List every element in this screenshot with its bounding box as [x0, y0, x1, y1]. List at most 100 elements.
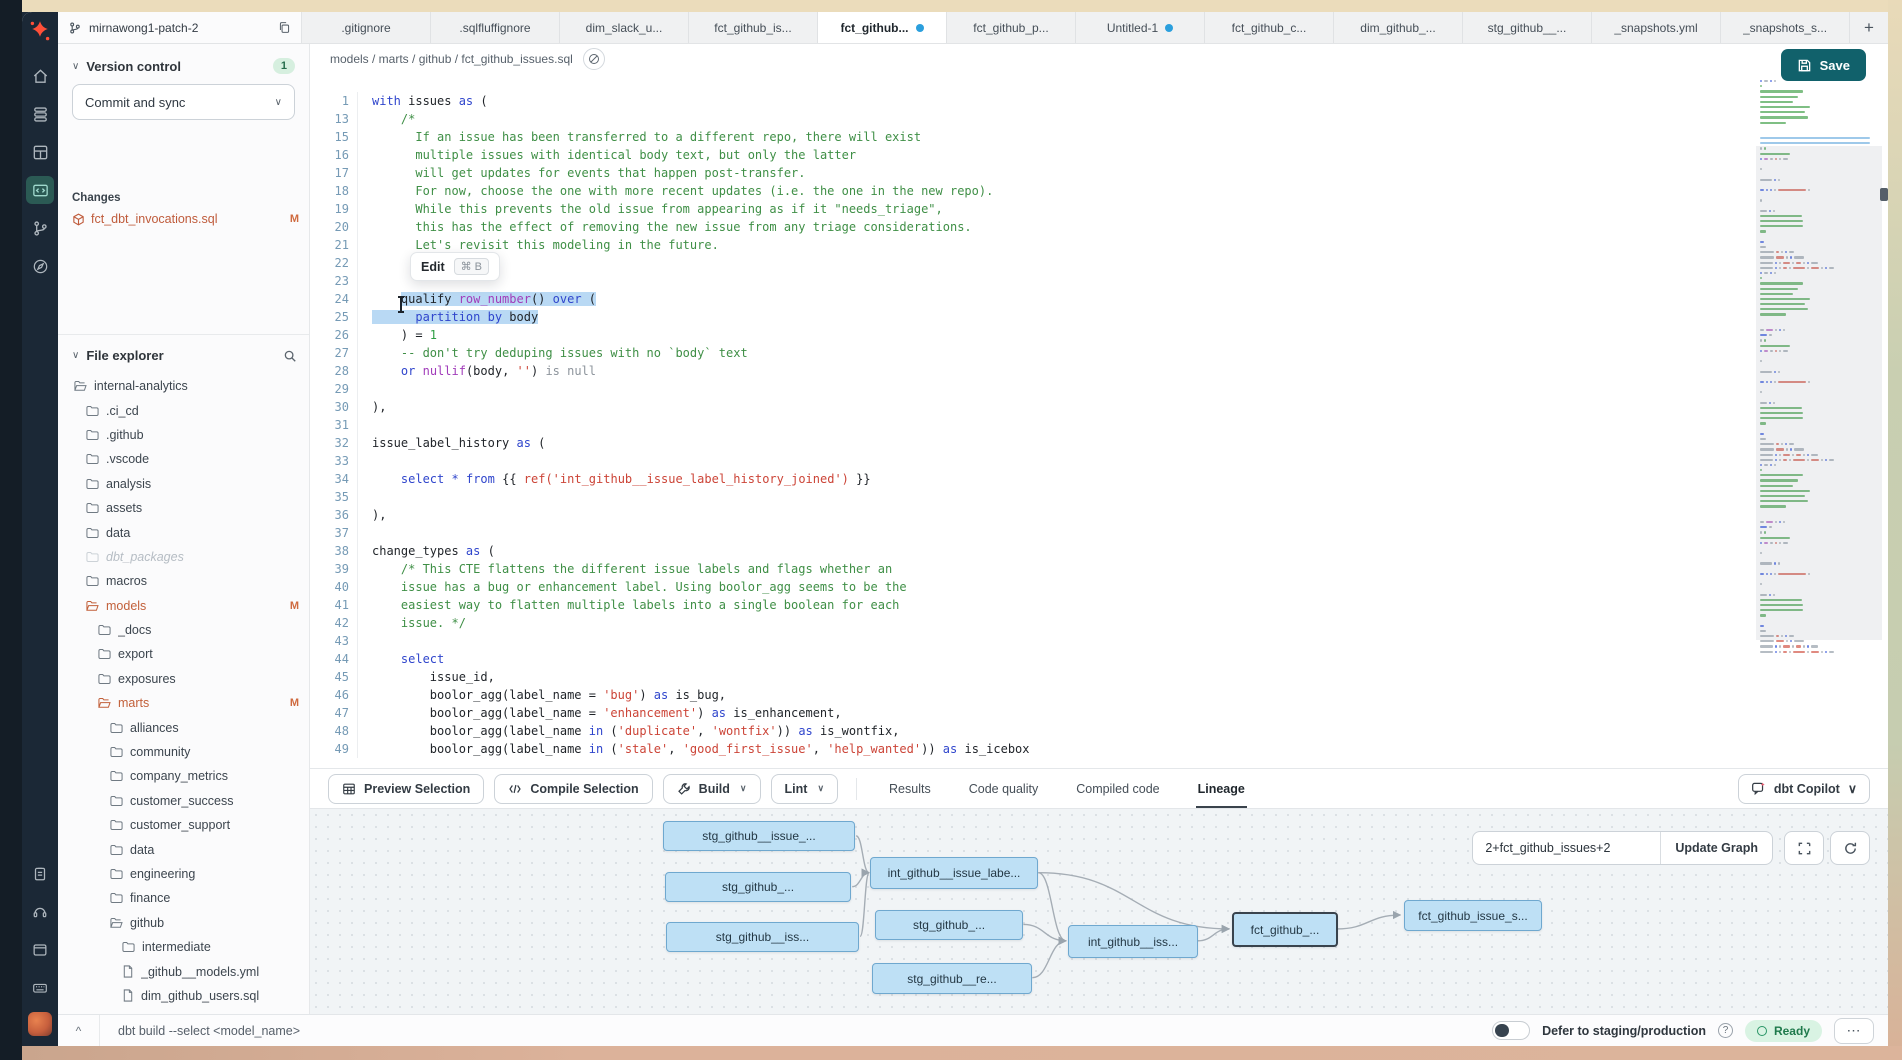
help-icon[interactable]: ? — [1718, 1023, 1733, 1038]
file-tab[interactable]: _snapshots_s... — [1721, 12, 1850, 43]
lineage-node-fct_github_[interactable]: fct_github_... — [1232, 912, 1338, 947]
tree-item-customer_success[interactable]: customer_success — [58, 789, 309, 813]
tree-item-data[interactable]: data — [58, 837, 309, 861]
commit-and-sync-dropdown[interactable]: Commit and sync ∨ — [72, 84, 295, 120]
code-line[interactable]: 21 Let's revisit this modeling in the fu… — [310, 236, 1748, 254]
code-line[interactable]: 35 — [310, 488, 1748, 506]
dbt-copilot-button[interactable]: dbt Copilot ∨ — [1738, 774, 1870, 804]
code-line[interactable]: 43 — [310, 632, 1748, 650]
save-button[interactable]: Save — [1781, 49, 1866, 81]
keyboard-shortcuts-icon[interactable] — [26, 974, 54, 1002]
code-line[interactable]: 1with issues as ( — [310, 92, 1748, 110]
tab-results[interactable]: Results — [875, 769, 945, 808]
file-tab[interactable]: Untitled-1 — [1076, 12, 1205, 43]
file-tab[interactable]: fct_github_is... — [689, 12, 818, 43]
minimap[interactable] — [1760, 80, 1878, 680]
code-line[interactable]: 31 — [310, 416, 1748, 434]
code-line[interactable]: 18 For now, choose the one with more rec… — [310, 182, 1748, 200]
status-badge[interactable]: Ready — [1745, 1020, 1822, 1042]
tree-item-finance[interactable]: finance — [58, 886, 309, 910]
code-line[interactable]: 20 this has the effect of removing the n… — [310, 218, 1748, 236]
file-tab[interactable]: .sqlfluffignore — [431, 12, 560, 43]
code-line[interactable]: 36), — [310, 506, 1748, 524]
file-tab[interactable]: .gitignore — [302, 12, 431, 43]
build-button[interactable]: Build ∨ — [663, 774, 761, 804]
lineage-panel[interactable]: stg_github__issue_...stg_github_...stg_g… — [310, 808, 1888, 1014]
code-line[interactable]: 23 — [310, 272, 1748, 290]
tree-item-marts[interactable]: martsM — [58, 691, 309, 715]
tree-item-.github[interactable]: .github — [58, 423, 309, 447]
code-line[interactable]: 46 boolor_agg(label_name = 'bug') as is_… — [310, 686, 1748, 704]
tree-item-intermediate[interactable]: intermediate — [58, 935, 309, 959]
tree-item-analysis[interactable]: analysis — [58, 472, 309, 496]
search-icon[interactable] — [283, 349, 297, 363]
code-line[interactable]: 40 issue has a bug or enhancement label.… — [310, 578, 1748, 596]
update-graph-button[interactable]: Update Graph — [1661, 832, 1772, 864]
code-line[interactable]: 47 boolor_agg(label_name = 'enhancement'… — [310, 704, 1748, 722]
branch-selector[interactable]: mirnawong1-patch-2 — [58, 12, 302, 43]
file-tab[interactable]: stg_github__... — [1463, 12, 1592, 43]
code-line[interactable]: 33 — [310, 452, 1748, 470]
file-tab[interactable]: dim_slack_u... — [560, 12, 689, 43]
tree-item-.ci_cd[interactable]: .ci_cd — [58, 398, 309, 422]
tree-item-alliances[interactable]: alliances — [58, 715, 309, 739]
code-line[interactable]: 49 boolor_agg(label_name in ('stale', 'g… — [310, 740, 1748, 758]
defer-toggle[interactable] — [1492, 1021, 1530, 1040]
code-line[interactable]: 16 multiple issues with identical body t… — [310, 146, 1748, 164]
lineage-node-int_github__issue_labe[interactable]: int_github__issue_labe... — [870, 857, 1038, 889]
lineage-node-int_github__iss[interactable]: int_github__iss... — [1068, 925, 1198, 958]
code-line[interactable]: 19 While this prevents the old issue fro… — [310, 200, 1748, 218]
compile-selection-button[interactable]: Compile Selection — [494, 774, 652, 804]
tree-item-export[interactable]: export — [58, 642, 309, 666]
code-line[interactable]: 15 If an issue has been transferred to a… — [310, 128, 1748, 146]
code-line[interactable]: 45 issue_id, — [310, 668, 1748, 686]
user-avatar[interactable] — [28, 1012, 52, 1036]
tree-item-company_metrics[interactable]: company_metrics — [58, 764, 309, 788]
edit-popup[interactable]: Edit ⌘ B — [410, 252, 500, 281]
code-line[interactable]: 37 — [310, 524, 1748, 542]
code-line[interactable]: 25 partition by body — [310, 308, 1748, 326]
lineage-node-fct_github_issue_s[interactable]: fct_github_issue_s... — [1404, 900, 1542, 931]
tree-item-dim_github_users.sql[interactable]: dim_github_users.sql — [58, 984, 309, 1008]
code-line[interactable]: 38change_types as ( — [310, 542, 1748, 560]
copy-branch-icon[interactable] — [278, 21, 291, 34]
docs-window-icon[interactable] — [26, 936, 54, 964]
dashboard-grid-icon[interactable] — [26, 138, 54, 166]
code-line[interactable]: 39 /* This CTE flattens the different is… — [310, 560, 1748, 578]
tree-item-exposures[interactable]: exposures — [58, 667, 309, 691]
preview-selection-button[interactable]: Preview Selection — [328, 774, 484, 804]
refresh-graph-button[interactable] — [1830, 831, 1870, 865]
lineage-node-stg_github_[interactable]: stg_github_... — [665, 872, 851, 902]
version-control-header[interactable]: ∨ Version control 1 — [72, 58, 295, 74]
code-line[interactable]: 22 — [310, 254, 1748, 272]
code-line[interactable]: 27 -- don't try deduping issues with no … — [310, 344, 1748, 362]
code-line[interactable]: 41 easiest way to flatten multiple label… — [310, 596, 1748, 614]
git-branch-icon[interactable] — [26, 214, 54, 242]
tree-item-dbt_packages[interactable]: dbt_packages — [58, 545, 309, 569]
tree-item-internal-analytics[interactable]: internal-analytics — [58, 374, 309, 398]
file-tab[interactable]: dim_github_... — [1334, 12, 1463, 43]
tree-item-data[interactable]: data — [58, 520, 309, 544]
more-options-button[interactable]: ⋯ — [1834, 1018, 1874, 1044]
lineage-node-stg_github__iss[interactable]: stg_github__iss... — [666, 922, 859, 952]
file-tab[interactable]: fct_github... — [818, 12, 947, 43]
compass-icon[interactable] — [26, 252, 54, 280]
tree-item-engineering[interactable]: engineering — [58, 862, 309, 886]
code-line[interactable]: 29 — [310, 380, 1748, 398]
tree-item-community[interactable]: community — [58, 740, 309, 764]
tree-item-github[interactable]: github — [58, 911, 309, 935]
open-in-explorer-button[interactable] — [583, 48, 605, 70]
file-tab[interactable]: fct_github_c... — [1205, 12, 1334, 43]
tree-item-assets[interactable]: assets — [58, 496, 309, 520]
file-tab[interactable]: fct_github_p... — [947, 12, 1076, 43]
file-explorer-header[interactable]: ∨ File explorer — [72, 348, 297, 363]
tree-item-macros[interactable]: macros — [58, 569, 309, 593]
tree-item-_docs[interactable]: _docs — [58, 618, 309, 642]
home-icon[interactable] — [26, 62, 54, 90]
lineage-selector-input[interactable]: 2+fct_github_issues+2 — [1473, 832, 1661, 864]
code-editor[interactable]: 1with issues as (13 /*15 If an issue has… — [310, 74, 1888, 768]
warehouse-icon[interactable] — [26, 100, 54, 128]
support-headset-icon[interactable] — [26, 898, 54, 926]
code-line[interactable]: 28 or nullif(body, '') is null — [310, 362, 1748, 380]
new-tab-button[interactable]: + — [1850, 12, 1888, 43]
